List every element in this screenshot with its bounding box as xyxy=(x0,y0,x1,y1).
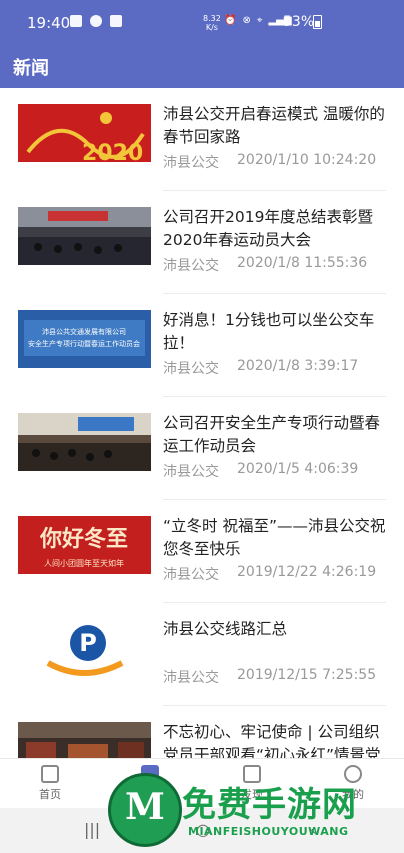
network-speed: 8.32 K/s xyxy=(203,14,221,32)
network-speed-unit: K/s xyxy=(205,23,218,32)
news-date: 2020/1/10 10:24:20 xyxy=(237,152,377,168)
status-time: 19:40 xyxy=(27,14,71,32)
news-item[interactable]: 2020 沛县公交开启春运模式 温暖你的春节回家路 沛县公交 2020/1/10… xyxy=(0,88,404,191)
news-date: 2020/1/5 4:06:39 xyxy=(237,461,359,477)
news-title: 公司召开安全生产专项行动暨春运工作动员会 xyxy=(163,414,381,455)
thumb-big-text: 你好冬至 xyxy=(39,526,128,552)
news-title: 好消息！1分钱也可以坐公交车拉！ xyxy=(163,311,375,352)
thumb-year-text: 2020 xyxy=(82,141,143,162)
news-item[interactable]: P 沛县公交线路汇总 沛县公交 2019/12/15 7:25:55 xyxy=(0,603,404,706)
news-title: 沛县公交开启春运模式 温暖你的春节回家路 xyxy=(163,105,385,146)
news-thumbnail xyxy=(18,413,151,471)
app-notification-icon xyxy=(90,15,102,27)
news-item[interactable]: 你好冬至 人间小团圆年至天如年 “立冬时 祝福至”——沛县公交祝您冬至快乐 沛县… xyxy=(0,500,404,603)
news-source: 沛县公交 xyxy=(163,670,219,686)
thumb-line-1: 沛县公共交通发展有限公司 xyxy=(42,327,126,336)
thumb-line-2: 安全生产专项行动暨春运工作动员会 xyxy=(28,339,140,348)
app-header: 新闻 xyxy=(0,46,404,88)
news-source: 沛县公交 xyxy=(163,361,219,377)
location-icon: ⌖ xyxy=(256,15,263,26)
news-source: 沛县公交 xyxy=(163,567,219,583)
network-speed-value: 8.32 xyxy=(203,14,221,23)
system-icons: ⏰ ⊗ ⌖ ▂▄▆ xyxy=(224,15,292,26)
alarm-icon: ⏰ xyxy=(224,15,237,26)
thumb-small-text: 人间小团圆年至天如年 xyxy=(44,558,124,568)
battery-percent: 53% xyxy=(283,14,315,30)
news-title: 沛县公交线路汇总 xyxy=(163,620,288,638)
mute-icon: ⊗ xyxy=(242,15,251,26)
page-title: 新闻 xyxy=(13,58,49,79)
watermark-main-text: 免费手游网 xyxy=(182,785,357,825)
tab-home[interactable]: 首页 xyxy=(20,763,80,802)
gallery-icon xyxy=(70,15,82,27)
news-date: 2020/1/8 11:55:36 xyxy=(237,255,368,271)
news-thumbnail: 沛县公共交通发展有限公司 安全生产专项行动暨春运工作动员会 xyxy=(18,310,151,368)
news-title: 公司召开2019年度总结表彰暨2020年春运动员大会 xyxy=(163,208,373,249)
news-thumbnail: 2020 xyxy=(18,104,151,162)
news-source: 沛县公交 xyxy=(163,464,219,480)
battery-icon xyxy=(313,15,322,29)
watermark-sub-text: MIANFEISHOUYOUWANG xyxy=(188,825,349,838)
watermark-logo: M xyxy=(108,773,182,847)
news-source: 沛县公交 xyxy=(163,258,219,274)
notification-icons xyxy=(70,15,122,27)
news-item[interactable]: 公司召开安全生产专项行动暨春运工作动员会 沛县公交 2020/1/5 4:06:… xyxy=(0,397,404,500)
news-thumbnail xyxy=(18,207,151,265)
news-thumbnail: 你好冬至 人间小团圆年至天如年 xyxy=(18,516,151,574)
news-item[interactable]: 沛县公共交通发展有限公司 安全生产专项行动暨春运工作动员会 好消息！1分钱也可以… xyxy=(0,294,404,397)
news-date: 2020/1/8 3:39:17 xyxy=(237,358,359,374)
news-date: 2019/12/15 7:25:55 xyxy=(237,667,377,683)
thumb-logo-letter: P xyxy=(79,629,97,657)
tab-home-label: 首页 xyxy=(39,788,61,801)
recent-apps-button[interactable]: ||| xyxy=(84,820,100,839)
watermark: M 免费手游网 MIANFEISHOUYOUWANG xyxy=(108,773,404,849)
status-bar: 19:40 8.32 K/s ⏰ ⊗ ⌖ ▂▄▆ 53% xyxy=(0,0,404,46)
home-bus-icon xyxy=(41,765,59,783)
watermark-logo-letter: M xyxy=(125,786,165,828)
news-thumbnail: P xyxy=(18,619,151,677)
news-date: 2019/12/22 4:26:19 xyxy=(237,564,377,580)
news-title: “立冬时 祝福至”——沛县公交祝您冬至快乐 xyxy=(163,517,386,558)
news-source: 沛县公交 xyxy=(163,155,219,171)
checkbox-notification-icon xyxy=(110,15,122,27)
news-item[interactable]: 公司召开2019年度总结表彰暨2020年春运动员大会 沛县公交 2020/1/8… xyxy=(0,191,404,294)
